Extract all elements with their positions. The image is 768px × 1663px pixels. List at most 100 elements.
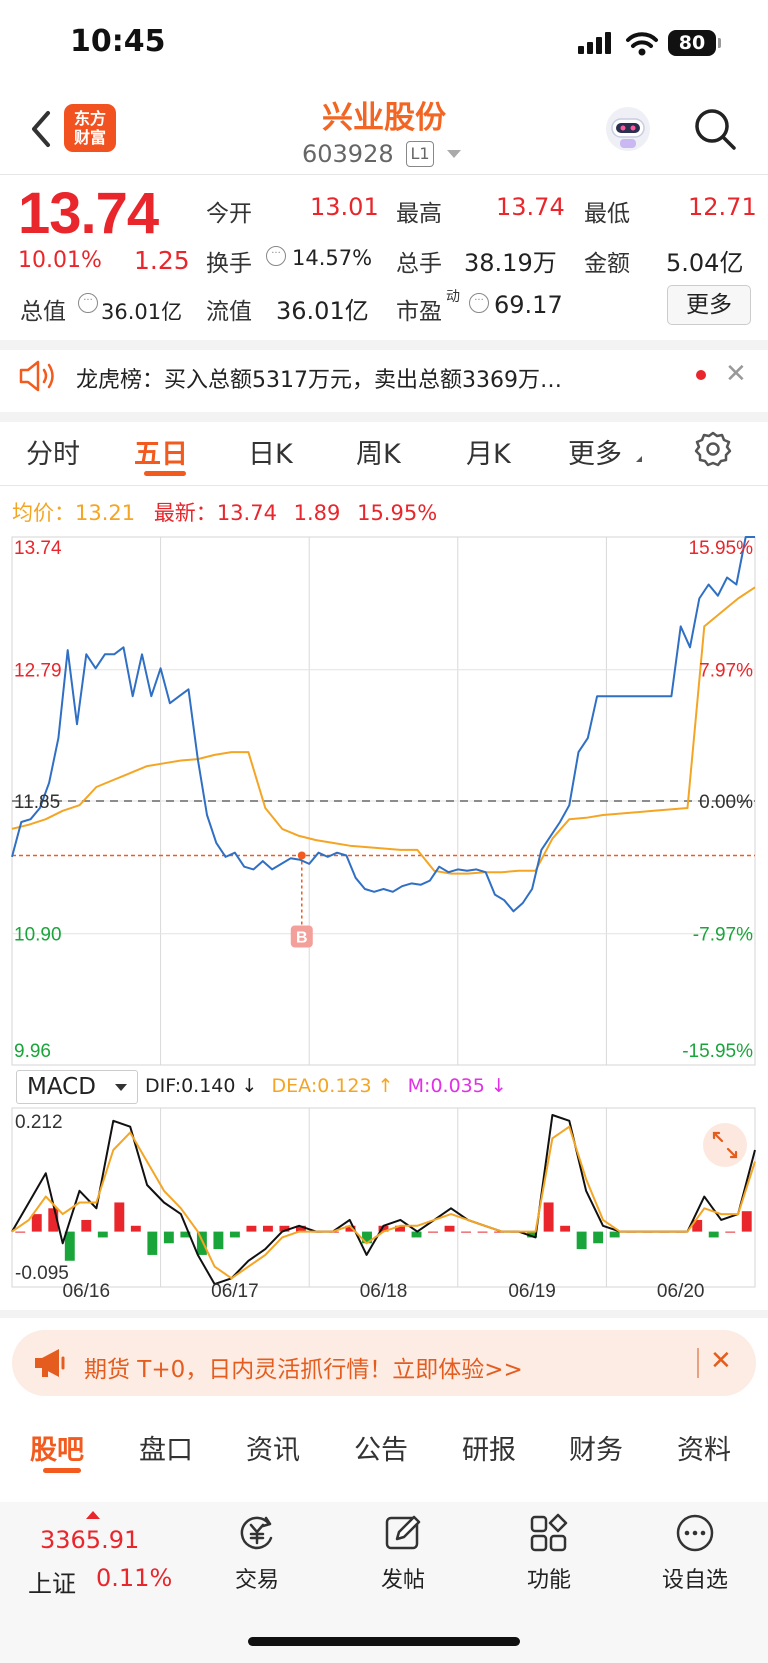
five-day-chart[interactable]: B 13.74 12.79 11.85 10.90 9.96 15.95% 7.97% 0.00… <box>0 530 768 1300</box>
macd-bar <box>262 1225 273 1232</box>
y-label-left: 9.96 <box>14 1041 51 1062</box>
megaphone-icon <box>35 1349 65 1377</box>
signal-icon <box>578 32 611 54</box>
tab-financials[interactable]: 财务 <box>569 1428 623 1467</box>
macd-bar <box>246 1225 257 1232</box>
more-quote-button[interactable]: 更多 <box>667 285 751 325</box>
mktcap-info-icon[interactable]: ··· <box>78 293 98 313</box>
macd-y-min-label: -0.095 <box>15 1263 69 1284</box>
tab-announcements[interactable]: 公告 <box>354 1428 408 1467</box>
tab-monthly-k[interactable]: 月K <box>466 432 511 471</box>
yen-exchange-icon <box>240 1516 273 1550</box>
stock-code[interactable]: 603928 <box>302 140 394 168</box>
x-day-label: 06/20 <box>657 1281 705 1300</box>
macd-bar <box>97 1231 108 1238</box>
tab-more[interactable]: 更多 <box>568 432 622 471</box>
tab-order-book[interactable]: 盘口 <box>139 1428 193 1467</box>
y-label-left: 12.79 <box>14 661 62 682</box>
assistant-robot-icon[interactable] <box>603 104 653 154</box>
nav-post-label: 发帖 <box>380 1568 425 1593</box>
grid-apps-icon <box>530 1513 568 1552</box>
low-label: 最低 <box>584 201 630 227</box>
macd-bar <box>64 1231 75 1261</box>
open-value: 13.01 <box>310 193 379 221</box>
tab-forum[interactable]: 股吧 <box>30 1428 84 1467</box>
tab-intraday[interactable]: 分时 <box>26 432 80 471</box>
dea-value: 0.123 <box>317 1075 372 1097</box>
x-day-label: 06/17 <box>211 1281 259 1300</box>
mktcap-value: 36.01亿 <box>101 300 183 324</box>
latest-change-pct: 15.95% <box>357 501 438 525</box>
amount-label: 金额 <box>584 251 630 277</box>
gear-icon[interactable] <box>694 430 732 468</box>
nav-functions-label: 功能 <box>526 1568 571 1593</box>
y-label-right: 7.97% <box>699 661 753 682</box>
close-icon[interactable]: ✕ <box>725 359 747 389</box>
macd-bar <box>81 1219 92 1232</box>
latest-change: 1.89 <box>293 501 341 525</box>
chevron-down-icon[interactable] <box>447 150 461 158</box>
macd-bar <box>428 1231 438 1233</box>
dea-label: DEA: <box>271 1075 318 1097</box>
volume-label: 总手 <box>396 251 442 277</box>
macd-bar <box>461 1231 472 1233</box>
macd-bar <box>114 1202 125 1232</box>
macd-bar <box>543 1202 554 1232</box>
nav-add-watchlist-label: 设自选 <box>661 1568 728 1593</box>
index-value[interactable]: 3365.91 <box>40 1526 139 1554</box>
dragon-tiger-notice[interactable]: 龙虎榜：买入总额5317万元，卖出总额3369万… <box>76 362 562 394</box>
y-label-right: 15.95% <box>689 538 754 559</box>
macd-panel: 0.212 -0.09506/16 06/17 06/18 06/19 06/20 <box>11 1107 756 1300</box>
y-label-right: -15.95% <box>682 1041 753 1062</box>
float-label: 流值 <box>206 299 252 325</box>
tab-research[interactable]: 研报 <box>462 1428 516 1467</box>
nav-add-watchlist[interactable]: 设自选 <box>640 1512 750 1594</box>
search-icon[interactable] <box>692 106 738 152</box>
dif-label: DIF: <box>145 1075 182 1097</box>
speaker-icon <box>19 360 54 392</box>
macd-bar <box>213 1231 224 1250</box>
macd-bar <box>444 1225 455 1232</box>
close-icon[interactable]: ✕ <box>710 1346 732 1376</box>
turnover-info-icon[interactable]: ··· <box>266 246 286 266</box>
dea-arrow: ↑ <box>377 1075 394 1097</box>
macd-y-max-label: 0.212 <box>15 1112 63 1133</box>
nav-trade[interactable]: 交易 <box>202 1512 312 1594</box>
promo-text[interactable]: 期货 T+0，日内灵活抓行情！立即体验>> <box>84 1350 523 1384</box>
battery-indicator: 80 <box>668 30 721 56</box>
macd-bar <box>477 1231 488 1233</box>
macd-bar <box>229 1231 240 1238</box>
pe-info-icon[interactable]: ··· <box>469 293 489 313</box>
m-arrow: ↓ <box>490 1075 507 1097</box>
index-change-pct[interactable]: 0.11% <box>96 1564 172 1592</box>
tab-profile[interactable]: 资料 <box>677 1428 731 1467</box>
index-name[interactable]: 上证 <box>28 1564 76 1599</box>
marker-label: B <box>296 929 308 946</box>
y-label-left: 13.74 <box>14 538 62 559</box>
indicator-select[interactable]: MACD <box>16 1070 138 1104</box>
tab-five-day[interactable]: 五日 <box>134 432 188 471</box>
macd-bar <box>15 1231 26 1233</box>
tab-daily-k[interactable]: 日K <box>248 432 293 471</box>
nav-functions[interactable]: 功能 <box>494 1512 604 1594</box>
macd-bar <box>576 1231 587 1250</box>
high-label: 最高 <box>396 201 442 227</box>
marker-dot <box>297 851 306 860</box>
open-label: 今开 <box>206 201 252 227</box>
y-label-left: 10.90 <box>14 925 62 946</box>
y-label-right: -7.97% <box>693 925 753 946</box>
expand-icon <box>703 1123 747 1167</box>
y-label-right: 0.00% <box>699 792 753 813</box>
nav-post[interactable]: 发帖 <box>348 1512 458 1594</box>
tab-news[interactable]: 资讯 <box>246 1428 300 1467</box>
tab-weekly-k[interactable]: 周K <box>356 432 401 471</box>
pe-dynamic-tag: 动 <box>446 289 460 305</box>
level-badge[interactable]: L1 <box>406 141 434 167</box>
amount-value: 5.04亿 <box>666 249 744 277</box>
m-value: 0.035 <box>430 1075 485 1097</box>
nav-trade-label: 交易 <box>234 1568 279 1593</box>
volume-value: 38.19万 <box>464 249 557 277</box>
macd-bar <box>708 1231 719 1238</box>
active-tab-indicator <box>43 1468 81 1473</box>
avg-label: 均价： <box>12 501 75 525</box>
